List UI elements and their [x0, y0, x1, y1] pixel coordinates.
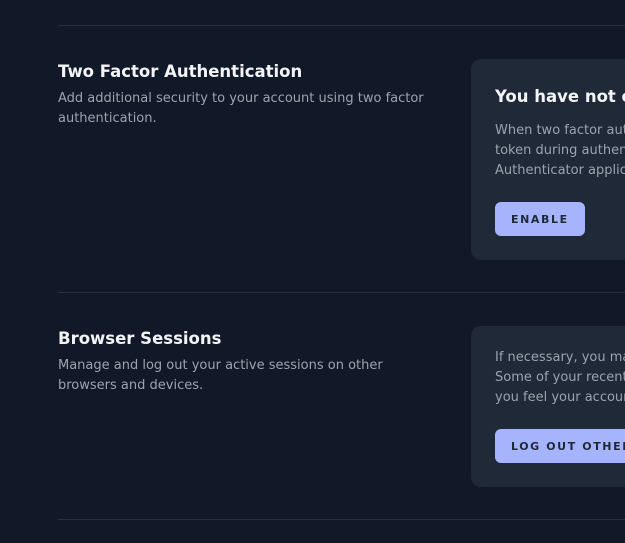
two-factor-title: Two Factor Authentication [58, 62, 303, 81]
two-factor-card: You have not en When two factor aut toke… [471, 59, 625, 260]
browser-sessions-description: Manage and log out your active sessions … [58, 358, 383, 393]
two-factor-info-line-3: Authenticator applica [495, 163, 625, 178]
browser-sessions-info-line-1: If necessary, you may [495, 350, 625, 365]
two-factor-info-line-1: When two factor aut [495, 123, 625, 138]
two-factor-description: Add additional security to your account … [58, 91, 424, 126]
section-divider [58, 519, 625, 520]
log-out-other-sessions-button[interactable]: LOG OUT OTHER [495, 429, 625, 463]
enable-two-factor-button[interactable]: ENABLE [495, 202, 585, 236]
section-divider [58, 25, 625, 26]
section-divider [58, 292, 625, 293]
profile-settings-page: Two Factor Authentication Add additional… [0, 0, 625, 543]
two-factor-status-heading: You have not en [495, 87, 625, 106]
browser-sessions-info-line-3: you feel your accoun [495, 390, 625, 405]
two-factor-info-line-2: token during authent [495, 143, 625, 158]
browser-sessions-info-line-2: Some of your recent [495, 370, 625, 385]
browser-sessions-card: If necessary, you may Some of your recen… [471, 326, 625, 487]
browser-sessions-title: Browser Sessions [58, 329, 222, 348]
